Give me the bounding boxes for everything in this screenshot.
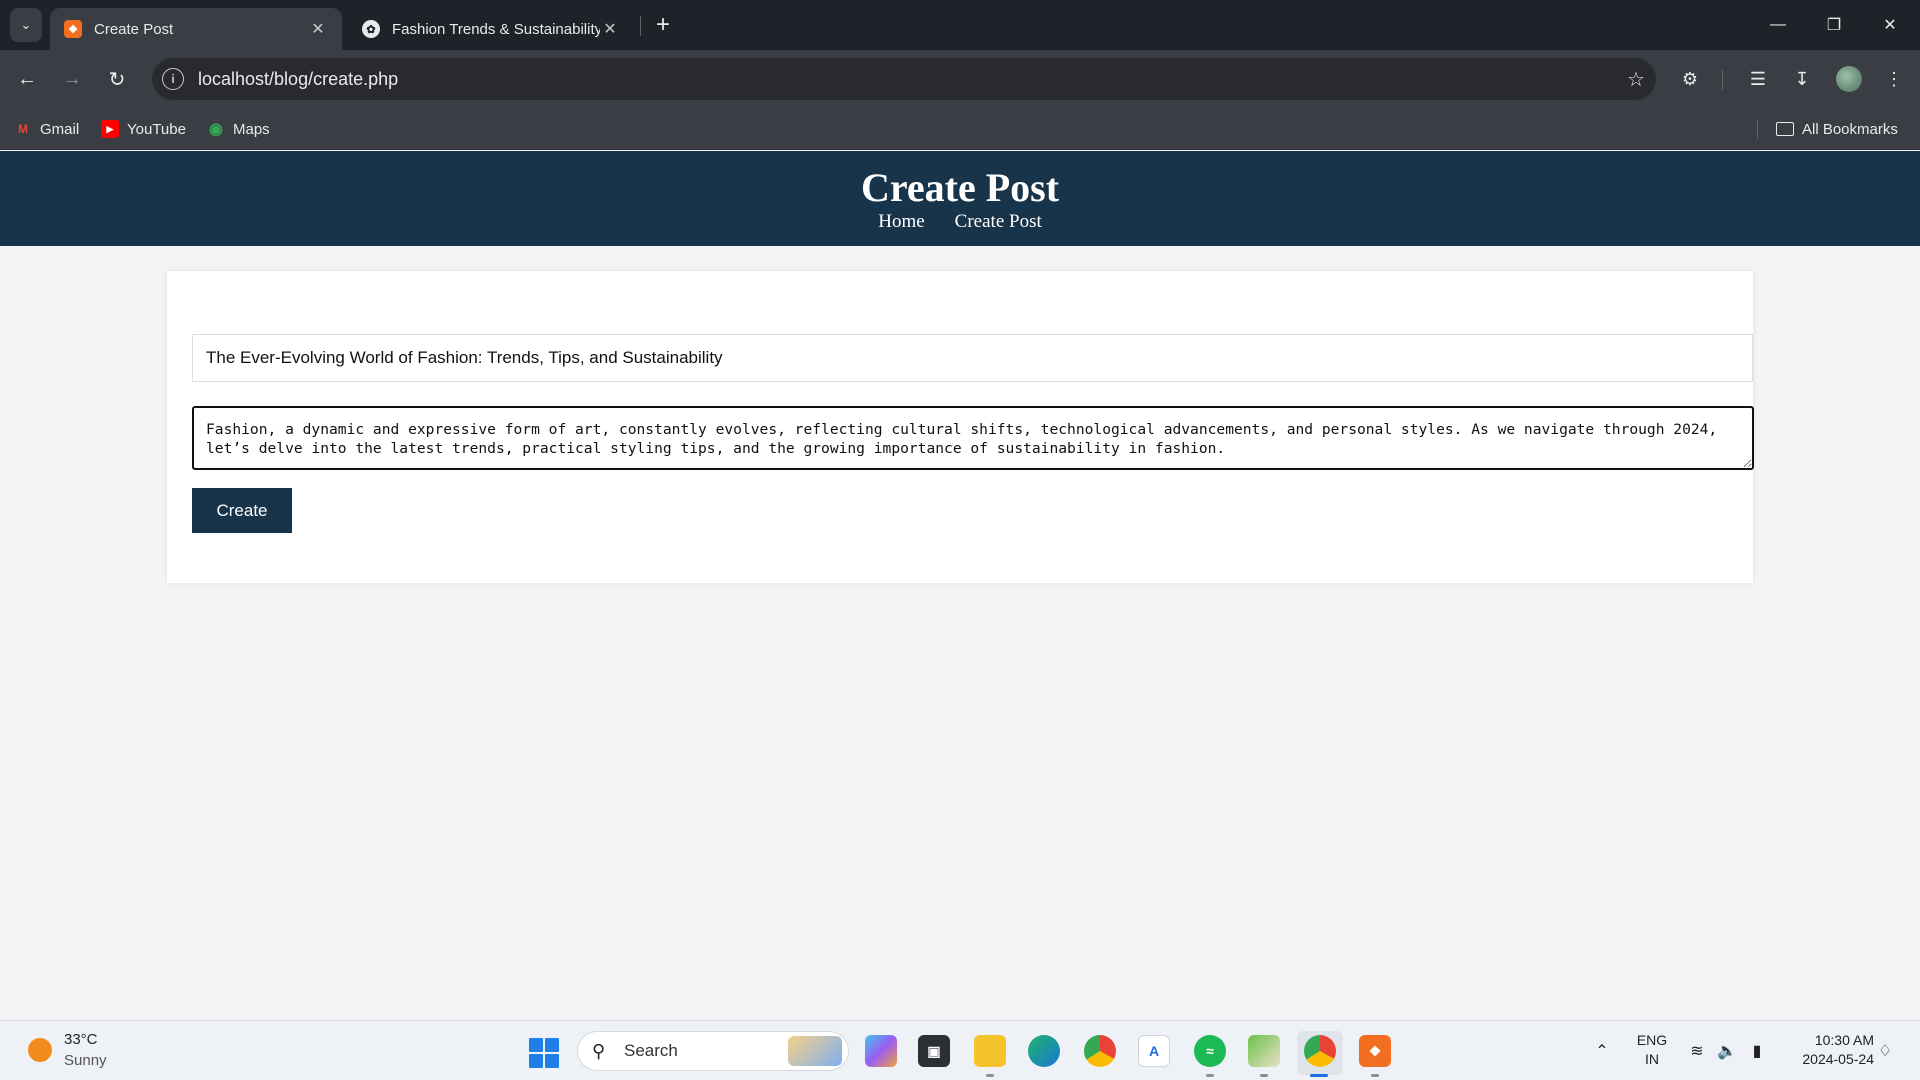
edge-icon[interactable]	[1028, 1035, 1060, 1067]
tab-search-button[interactable]: ⌄	[10, 8, 42, 42]
tab-title: Fashion Trends & Sustainability	[392, 20, 600, 38]
search-label: Search	[624, 1041, 678, 1060]
media-controls-icon[interactable]: ☰	[1742, 63, 1774, 95]
close-icon[interactable]: ✕	[308, 19, 328, 39]
windows-start-icon[interactable]	[529, 1038, 559, 1068]
more-menu-icon[interactable]: ⋮	[1878, 63, 1910, 95]
tab-fashion-trends[interactable]: ✿ Fashion Trends & Sustainability ✕	[348, 8, 634, 50]
url-text[interactable]: localhost/blog/create.php	[198, 69, 1616, 90]
bookmarks-bar: M Gmail ▶ YouTube ◉ Maps All Bookmarks	[0, 108, 1920, 150]
language-indicator[interactable]: ENG IN	[1630, 1031, 1674, 1069]
browser-toolbar: ← → ↻ i localhost/blog/create.php ☆ ⚙ ☰ …	[0, 50, 1920, 108]
language-line2: IN	[1645, 1051, 1659, 1067]
reload-button[interactable]: ↻	[100, 62, 134, 96]
xampp-icon[interactable]: ❖	[1359, 1035, 1391, 1067]
folder-icon	[1776, 122, 1794, 136]
extensions-icon[interactable]: ⚙	[1674, 63, 1706, 95]
taskbar-search[interactable]: ⚲ Search	[577, 1031, 849, 1071]
plus-icon: +	[655, 11, 670, 38]
nav-home-link[interactable]: Home	[878, 211, 924, 233]
chrome-icon[interactable]	[1084, 1035, 1116, 1067]
chatgpt-favicon-icon: ✿	[362, 20, 380, 38]
youtube-icon: ▶	[101, 120, 119, 138]
maps-icon: ◉	[209, 121, 223, 138]
toolbar-divider	[1722, 70, 1723, 90]
file-explorer-icon[interactable]	[974, 1035, 1006, 1067]
download-icon[interactable]: ↧	[1786, 63, 1818, 95]
sun-icon[interactable]	[28, 1038, 52, 1062]
running-indicator	[1371, 1074, 1379, 1077]
back-button[interactable]: ←	[10, 62, 44, 96]
wifi-icon[interactable]: ≋	[1685, 1021, 1709, 1080]
forward-button[interactable]: →	[55, 62, 89, 96]
bookmark-youtube[interactable]: ▶ YouTube	[101, 108, 186, 150]
weather-description[interactable]: Sunny	[64, 1052, 107, 1069]
create-button[interactable]: Create	[192, 488, 292, 533]
task-view-icon[interactable]: ▣	[918, 1035, 950, 1067]
bookmark-gmail[interactable]: M Gmail	[14, 108, 79, 150]
all-bookmarks-label: All Bookmarks	[1802, 120, 1898, 138]
page-title: Create Post	[860, 165, 1060, 210]
bookmark-star-icon[interactable]: ☆	[1616, 67, 1656, 92]
all-bookmarks-button[interactable]: All Bookmarks	[1776, 108, 1898, 150]
close-icon[interactable]: ✕	[600, 19, 620, 39]
profile-avatar[interactable]	[1836, 66, 1862, 92]
battery-icon[interactable]: ▮	[1745, 1021, 1769, 1080]
bookmark-label: YouTube	[127, 120, 186, 138]
site-info-icon[interactable]: i	[162, 68, 184, 90]
running-indicator	[986, 1074, 994, 1077]
search-icon: ⚲	[592, 1040, 606, 1061]
notification-bell-icon[interactable]: ♢	[1872, 1021, 1898, 1080]
site-nav: Home Create Post	[0, 211, 1920, 233]
windows-taskbar: 33°C Sunny ⚲ Search ▣ A ≈ ❖ ⌃ ENG IN ≋ 🔈…	[0, 1020, 1920, 1080]
arrow-right-icon: →	[62, 67, 82, 90]
restore-icon: ❐	[1826, 17, 1842, 34]
bookmark-label: Maps	[233, 120, 270, 138]
xampp-favicon-icon: ❖	[64, 20, 82, 38]
create-post-form: Fashion, a dynamic and expressive form o…	[167, 271, 1754, 583]
search-highlight-image	[788, 1036, 842, 1066]
bookmarks-divider	[1757, 119, 1758, 139]
running-indicator	[1260, 1074, 1268, 1077]
spotify-icon[interactable]: ≈	[1194, 1035, 1226, 1067]
clock-date: 2024-05-24	[1802, 1051, 1874, 1067]
active-indicator	[1310, 1074, 1328, 1077]
copilot-icon[interactable]	[865, 1035, 897, 1067]
post-content-textarea[interactable]: Fashion, a dynamic and expressive form o…	[192, 406, 1754, 470]
nav-create-post-link[interactable]: Create Post	[955, 211, 1042, 233]
photos-icon[interactable]	[1248, 1035, 1280, 1067]
bookmark-maps[interactable]: ◉ Maps	[207, 108, 270, 150]
volume-icon[interactable]: 🔈	[1715, 1021, 1739, 1080]
weather-temperature[interactable]: 33°C	[64, 1031, 98, 1048]
chevron-up-icon[interactable]: ⌃	[1590, 1021, 1614, 1080]
browser-tab-bar: ⌄ ❖ Create Post ✕ ✿ Fashion Trends & Sus…	[0, 0, 1920, 50]
system-clock[interactable]: 10:30 AM 2024-05-24	[1778, 1031, 1874, 1069]
gmail-icon: M	[18, 122, 28, 136]
running-indicator	[1206, 1074, 1214, 1077]
new-tab-button[interactable]: +	[650, 8, 676, 42]
tab-create-post[interactable]: ❖ Create Post ✕	[50, 8, 342, 50]
tab-title: Create Post	[94, 20, 174, 38]
chrome-profile-icon[interactable]	[1304, 1035, 1336, 1067]
site-header: Create Post Home Create Post	[0, 151, 1920, 246]
arrow-left-icon: ←	[17, 67, 37, 90]
close-icon: ✕	[1883, 17, 1897, 34]
tab-divider	[640, 16, 641, 36]
language-line1: ENG	[1636, 1032, 1668, 1048]
restore-button[interactable]: ❐	[1806, 0, 1862, 50]
address-bar[interactable]: i localhost/blog/create.php ☆	[152, 58, 1656, 100]
minimize-icon: —	[1770, 16, 1786, 33]
bookmark-label: Gmail	[40, 120, 80, 138]
minimize-button[interactable]: —	[1750, 0, 1806, 50]
reload-icon: ↻	[108, 68, 126, 91]
chevron-down-icon: ⌄	[20, 17, 32, 32]
close-window-button[interactable]: ✕	[1862, 0, 1918, 50]
post-title-input[interactable]	[192, 334, 1753, 382]
clock-time: 10:30 AM	[1814, 1032, 1874, 1048]
app-store-icon[interactable]: A	[1138, 1035, 1170, 1067]
